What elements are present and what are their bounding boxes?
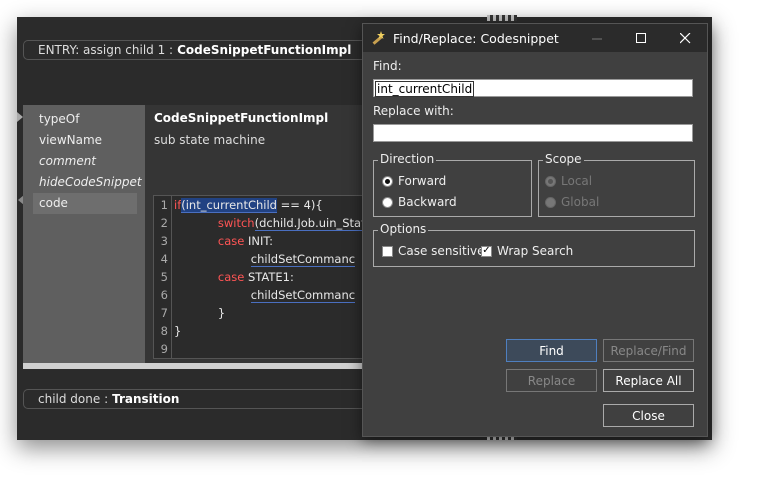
minimize-button[interactable] xyxy=(575,24,619,52)
forward-label: Forward xyxy=(398,174,447,188)
code-text: (dchild.Job.uin_Statu xyxy=(254,216,373,231)
local-label: Local xyxy=(561,174,593,188)
line-number: 9 xyxy=(154,340,172,358)
line-number: 4 xyxy=(154,250,172,268)
scope-title: Scope xyxy=(543,152,584,166)
transition-node-header[interactable]: child done : Transition xyxy=(23,389,408,409)
panel-divider xyxy=(23,363,383,369)
replace-input[interactable] xyxy=(373,124,693,142)
radio-checked-icon xyxy=(382,175,393,187)
close-button[interactable]: Close xyxy=(603,404,694,427)
code-text: childSetCommanc xyxy=(250,252,356,267)
find-input-value: int_currentChild xyxy=(374,81,475,97)
replace-button[interactable]: Replace xyxy=(506,369,597,392)
code-text: } xyxy=(217,306,226,320)
keyword: case xyxy=(217,270,245,284)
forward-radio[interactable]: Forward xyxy=(382,174,446,188)
replace-label: Replace with: xyxy=(373,104,454,118)
code-text: STATE1: xyxy=(244,270,294,284)
code-text: INIT: xyxy=(244,234,273,248)
maximize-icon xyxy=(635,32,646,43)
replace-all-button[interactable]: Replace All xyxy=(603,369,694,392)
replace-find-button[interactable]: Replace/Find xyxy=(603,339,694,362)
find-button[interactable]: Find xyxy=(506,339,597,362)
code-line: 4 childSetCommanc xyxy=(154,250,384,268)
local-radio: Local xyxy=(545,174,592,188)
code-line: 2 switch(dchild.Job.uin_Statu xyxy=(154,214,384,232)
transition-prefix: child done : xyxy=(38,392,109,406)
close-icon xyxy=(679,32,690,43)
code-editor[interactable]: 1 if(int_currentChild == 4){ 2 switch(dch… xyxy=(153,195,385,359)
property-hidecodesnippet[interactable]: hideCodeSnippet xyxy=(33,172,142,193)
close-window-button[interactable] xyxy=(663,24,707,52)
code-text: == 4){ xyxy=(276,198,323,212)
find-input[interactable]: int_currentChild xyxy=(373,79,693,97)
line-number: 2 xyxy=(154,214,172,232)
entry-type: CodeSnippetFunctionImpl xyxy=(177,43,352,57)
backward-label: Backward xyxy=(398,195,457,209)
find-replace-dialog: Find/Replace: Codesnippet Find: int_curr… xyxy=(362,23,708,437)
dialog-titlebar[interactable]: Find/Replace: Codesnippet xyxy=(363,24,707,52)
line-number: 3 xyxy=(154,232,172,250)
dialog-title: Find/Replace: Codesnippet xyxy=(393,30,559,46)
search-match: (int_currentChild xyxy=(181,198,277,213)
entry-node-header[interactable]: ENTRY: assign child 1 : CodeSnippetFunct… xyxy=(23,40,408,60)
property-list: typeOf viewName comment hideCodeSnippet … xyxy=(33,109,142,214)
find-label: Find: xyxy=(373,59,402,73)
property-code[interactable]: code xyxy=(33,193,137,214)
code-text: } xyxy=(174,324,182,338)
code-line: 5 case STATE1: xyxy=(154,268,384,286)
case-sensitive-checkbox[interactable]: Case sensitive xyxy=(382,244,485,258)
code-line: 7 } xyxy=(154,304,384,322)
line-number: 7 xyxy=(154,304,172,322)
radio-disabled-icon xyxy=(545,175,556,187)
code-line: 3 case INIT: xyxy=(154,232,384,250)
keyword: case xyxy=(217,234,245,248)
checkmark-icon: ✓ xyxy=(481,245,492,257)
wrap-search-label: Wrap Search xyxy=(497,244,574,258)
radio-disabled-icon xyxy=(545,196,556,208)
code-text: childSetCommanc xyxy=(250,288,356,303)
line-number: 6 xyxy=(154,286,172,304)
code-line: 9 xyxy=(154,340,384,358)
minimize-icon xyxy=(591,38,602,39)
entry-prefix: ENTRY: assign child 1 : xyxy=(38,43,174,57)
type-value: CodeSnippetFunctionImpl xyxy=(154,111,329,125)
line-number: 1 xyxy=(154,196,172,214)
options-title: Options xyxy=(378,222,429,236)
direction-title: Direction xyxy=(378,152,437,166)
viewname-value[interactable]: sub state machine xyxy=(154,133,265,147)
global-label: Global xyxy=(561,195,600,209)
backward-radio[interactable]: Backward xyxy=(382,195,457,209)
line-number: 8 xyxy=(154,322,172,340)
wand-icon xyxy=(372,31,385,45)
keyword: switch xyxy=(217,216,255,230)
code-line: 1 if(int_currentChild == 4){ xyxy=(154,196,384,214)
resize-grip[interactable] xyxy=(487,15,517,21)
global-radio: Global xyxy=(545,195,599,209)
wrap-search-checkbox[interactable]: ✓ Wrap Search xyxy=(481,244,573,258)
maximize-button[interactable] xyxy=(619,24,663,52)
code-line: 6 childSetCommanc xyxy=(154,286,384,304)
property-comment[interactable]: comment xyxy=(33,151,137,172)
property-viewname[interactable]: viewName xyxy=(33,130,137,151)
code-line: 8} xyxy=(154,322,384,340)
case-sensitive-label: Case sensitive xyxy=(398,244,485,258)
checkbox-icon xyxy=(382,245,393,257)
line-number: 5 xyxy=(154,268,172,286)
transition-type: Transition xyxy=(112,392,180,406)
property-typeof[interactable]: typeOf xyxy=(33,109,137,130)
radio-icon xyxy=(382,196,393,208)
